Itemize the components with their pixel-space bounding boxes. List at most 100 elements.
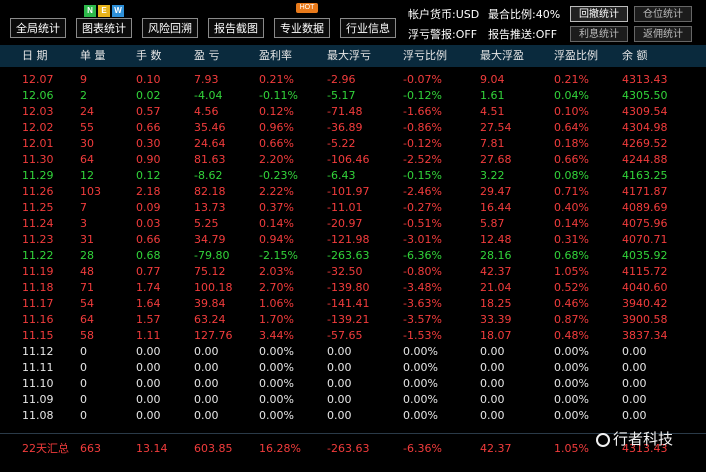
new-badge-e: E bbox=[98, 5, 110, 17]
industry-info-button[interactable]: 行业信息 bbox=[340, 18, 396, 38]
cell-profit-rate: -0.11% bbox=[259, 89, 298, 102]
cell-float-profit-ratio: 0.87% bbox=[554, 313, 589, 326]
cell-max-float-profit: 1.61 bbox=[480, 89, 505, 102]
cell-orders: 9 bbox=[80, 73, 87, 86]
cell-lots: 1.74 bbox=[136, 281, 161, 294]
cell-float-profit-ratio: 0.14% bbox=[554, 217, 589, 230]
cell-profit-rate: 0.00% bbox=[259, 409, 294, 422]
cell-float-profit-ratio: 0.08% bbox=[554, 169, 589, 182]
cell-balance: 4115.72 bbox=[622, 265, 668, 278]
cell-orders: 71 bbox=[80, 281, 94, 294]
cell-max-float-loss: -101.97 bbox=[327, 185, 370, 198]
cell-date: 11.10 bbox=[22, 377, 54, 390]
cell-pnl: -79.80 bbox=[194, 249, 230, 262]
risk-backtrack-button[interactable]: 风险回溯 bbox=[142, 18, 198, 38]
cell-lots: 0.00 bbox=[136, 409, 161, 422]
cell-float-profit-ratio: 0.21% bbox=[554, 73, 589, 86]
cell-float-loss-ratio: -3.63% bbox=[403, 297, 442, 310]
cell-profit-rate: 0.14% bbox=[259, 217, 294, 230]
cell-pnl: 0.00 bbox=[194, 409, 219, 422]
cell-orders: 3 bbox=[80, 217, 87, 230]
report-push: 报告推送:OFF bbox=[488, 28, 558, 41]
cell-float-profit-ratio: 1.05% bbox=[554, 265, 589, 278]
cell-profit-rate: 0.00% bbox=[259, 345, 294, 358]
cell-balance: 4305.50 bbox=[622, 89, 668, 102]
cell-profit-rate: 0.37% bbox=[259, 201, 294, 214]
cell-profit-rate: 3.44% bbox=[259, 329, 294, 342]
cell-max-float-profit: 18.07 bbox=[480, 329, 512, 342]
table-row: 11.24 3 0.03 5.25 0.14% -20.97 -0.51% 5.87 0.14%… bbox=[0, 216, 706, 232]
drawdown-stats-button[interactable]: 回撤统计 bbox=[570, 6, 628, 22]
cell-max-float-profit: 7.81 bbox=[480, 137, 505, 150]
header-float-loss-ratio: 浮亏比例 bbox=[403, 49, 447, 62]
interest-stats-button[interactable]: 利息统计 bbox=[570, 26, 628, 42]
cell-float-loss-ratio: -0.51% bbox=[403, 217, 442, 230]
cell-float-profit-ratio: 0.64% bbox=[554, 121, 589, 134]
table-row: 12.01 30 0.30 24.64 0.66% -5.22 -0.12% 7.81 0.18… bbox=[0, 136, 706, 152]
cell-max-float-loss: 0.00 bbox=[327, 345, 352, 358]
header-lots: 手 数 bbox=[136, 49, 162, 62]
toolbar: 全局统计 N E W 图表统计 风险回溯 报告截图 HOT 专业数据 行业信息 … bbox=[0, 0, 706, 44]
cell-float-loss-ratio: -2.46% bbox=[403, 185, 442, 198]
cell-date: 11.29 bbox=[22, 169, 54, 182]
summary-profit-rate: 16.28% bbox=[259, 442, 301, 455]
cell-max-float-loss: 0.00 bbox=[327, 377, 352, 390]
cell-date: 11.16 bbox=[22, 313, 54, 326]
cell-pnl: 7.93 bbox=[194, 73, 219, 86]
cell-orders: 0 bbox=[80, 409, 87, 422]
cell-profit-rate: 2.20% bbox=[259, 153, 294, 166]
cell-balance: 4035.92 bbox=[622, 249, 668, 262]
cell-float-loss-ratio: 0.00% bbox=[403, 361, 438, 374]
header-max-float-profit: 最大浮盈 bbox=[480, 49, 524, 62]
cell-lots: 1.11 bbox=[136, 329, 161, 342]
cell-date: 11.22 bbox=[22, 249, 54, 262]
cell-lots: 0.68 bbox=[136, 249, 161, 262]
cell-lots: 0.66 bbox=[136, 121, 161, 134]
cell-float-profit-ratio: 0.66% bbox=[554, 153, 589, 166]
rebate-stats-button[interactable]: 返佣统计 bbox=[634, 26, 692, 42]
cell-orders: 24 bbox=[80, 105, 94, 118]
cell-max-float-loss: -141.41 bbox=[327, 297, 370, 310]
cell-date: 12.07 bbox=[22, 73, 54, 86]
cell-profit-rate: 0.00% bbox=[259, 361, 294, 374]
table-row: 11.22 28 0.68 -79.80 -2.15% -263.63 -6.36% 28.1… bbox=[0, 248, 706, 264]
cell-date: 11.15 bbox=[22, 329, 54, 342]
cell-max-float-profit: 5.87 bbox=[480, 217, 505, 230]
cell-orders: 58 bbox=[80, 329, 94, 342]
chart-stats-button[interactable]: 图表统计 bbox=[76, 18, 132, 38]
watermark-logo-icon bbox=[596, 433, 610, 447]
cell-pnl: 24.64 bbox=[194, 137, 226, 150]
table-row: 11.25 7 0.09 13.73 0.37% -11.01 -0.27% 16.44 0.4… bbox=[0, 200, 706, 216]
cell-pnl: 75.12 bbox=[194, 265, 226, 278]
cell-pnl: -4.04 bbox=[194, 89, 223, 102]
cell-max-float-loss: -57.65 bbox=[327, 329, 363, 342]
pro-data-button[interactable]: 专业数据 bbox=[274, 18, 330, 38]
cell-lots: 0.00 bbox=[136, 393, 161, 406]
table-row: 11.15 58 1.11 127.76 3.44% -57.65 -1.53% 18.07 0… bbox=[0, 328, 706, 344]
cell-max-float-loss: -11.01 bbox=[327, 201, 363, 214]
cell-max-float-profit: 27.68 bbox=[480, 153, 512, 166]
table-row: 11.11 0 0.00 0.00 0.00% 0.00 0.00% 0.00 0.00% 0.0… bbox=[0, 360, 706, 376]
cell-profit-rate: 0.94% bbox=[259, 233, 294, 246]
cell-max-float-profit: 12.48 bbox=[480, 233, 512, 246]
table-row: 11.08 0 0.00 0.00 0.00% 0.00 0.00% 0.00 0.00% 0.0… bbox=[0, 408, 706, 424]
cell-pnl: 34.79 bbox=[194, 233, 226, 246]
cell-float-loss-ratio: -2.52% bbox=[403, 153, 442, 166]
cell-max-float-profit: 0.00 bbox=[480, 393, 505, 406]
global-stats-button[interactable]: 全局统计 bbox=[10, 18, 66, 38]
cell-float-loss-ratio: -3.01% bbox=[403, 233, 442, 246]
cell-float-profit-ratio: 0.00% bbox=[554, 377, 589, 390]
table-row: 11.26 103 2.18 82.18 2.22% -101.97 -2.46% 29.47… bbox=[0, 184, 706, 200]
cell-balance: 0.00 bbox=[622, 345, 647, 358]
position-stats-button[interactable]: 仓位统计 bbox=[634, 6, 692, 22]
cell-balance: 0.00 bbox=[622, 393, 647, 406]
cell-pnl: 100.18 bbox=[194, 281, 233, 294]
table-row: 12.07 9 0.10 7.93 0.21% -2.96 -0.07% 9.04 0.21% 4… bbox=[0, 72, 706, 88]
report-screenshot-button[interactable]: 报告截图 bbox=[208, 18, 264, 38]
cell-balance: 4163.25 bbox=[622, 169, 668, 182]
cell-max-float-loss: 0.00 bbox=[327, 409, 352, 422]
table-row: 11.12 0 0.00 0.00 0.00% 0.00 0.00% 0.00 0.00% 0.0… bbox=[0, 344, 706, 360]
cell-pnl: 35.46 bbox=[194, 121, 226, 134]
cell-lots: 1.64 bbox=[136, 297, 161, 310]
cell-pnl: 4.56 bbox=[194, 105, 219, 118]
